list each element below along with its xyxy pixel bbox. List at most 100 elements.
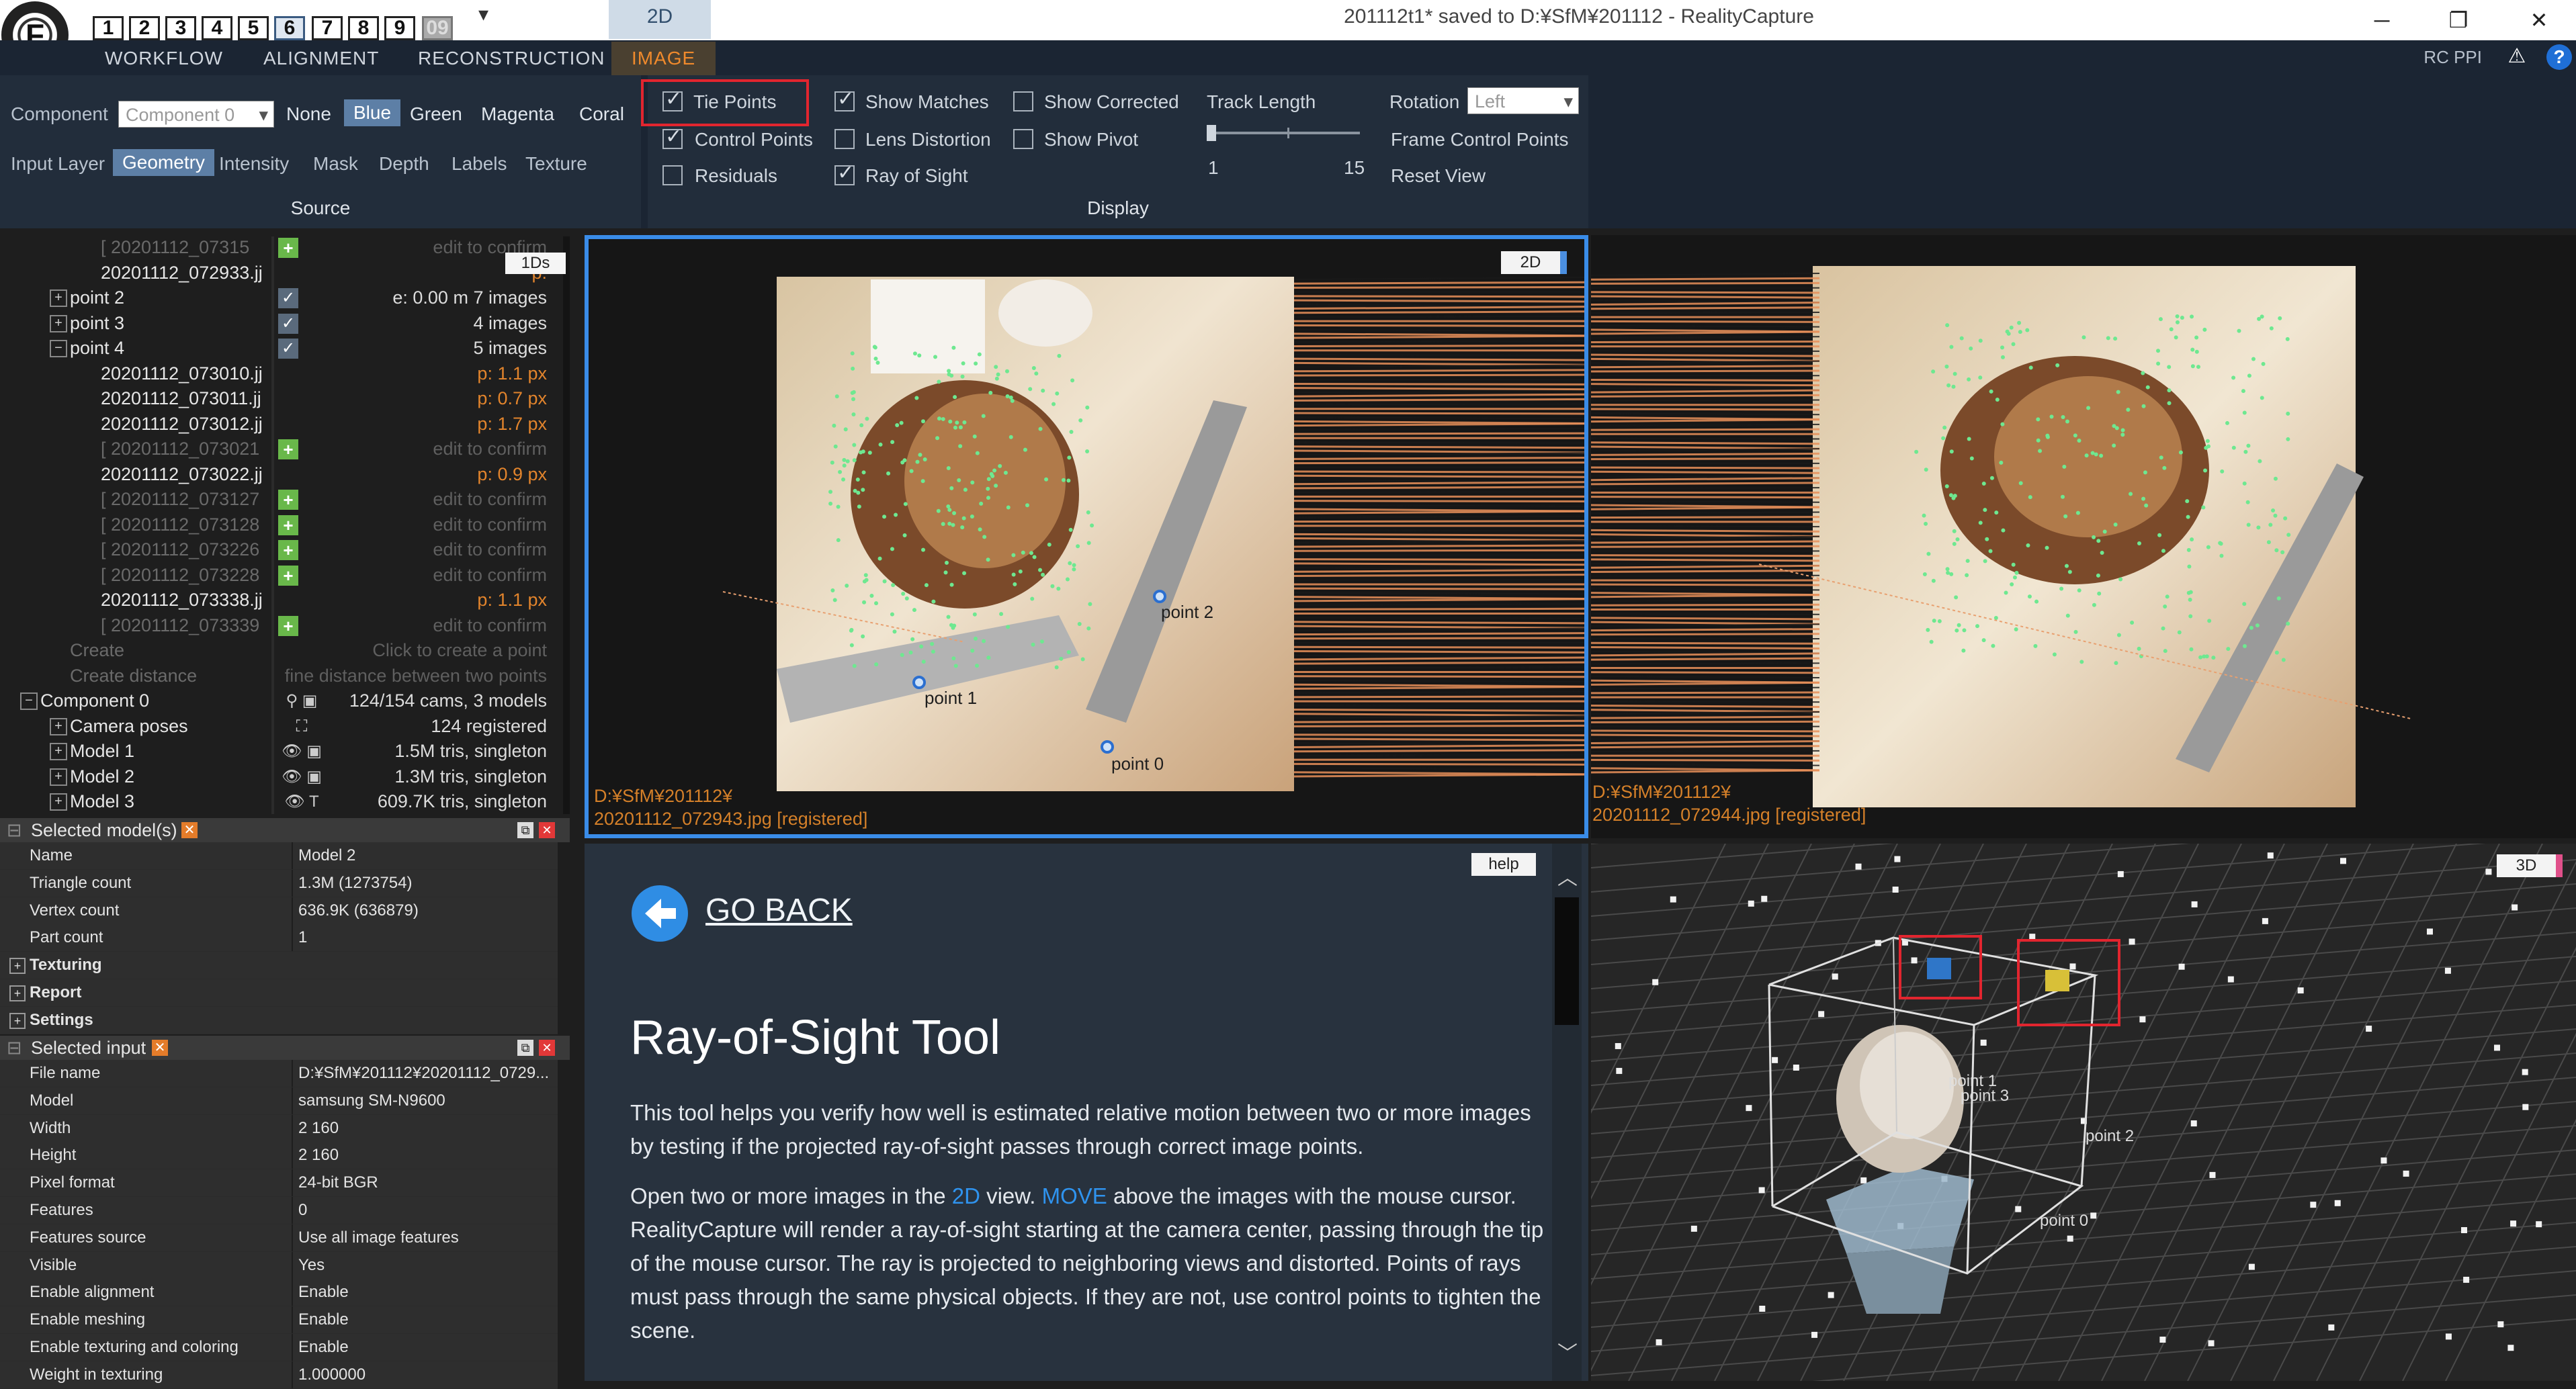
- confirm-plus-icon[interactable]: +: [278, 490, 298, 510]
- control-point-2-marker[interactable]: [1153, 590, 1166, 603]
- ray-of-sight-checkbox[interactable]: [834, 161, 855, 185]
- show-pivot-checkbox[interactable]: [1013, 129, 1033, 149]
- tree-status-icon[interactable]: 👁 ▣: [278, 742, 325, 762]
- tree-row[interactable]: [ 20201112_073339 + edit to confirm: [0, 613, 570, 638]
- layout-button-9[interactable]: 9: [384, 16, 415, 40]
- layout-button-5[interactable]: 5: [238, 16, 269, 40]
- property-row[interactable]: Model samsung SM-N9600: [0, 1087, 558, 1115]
- tree-status-icon[interactable]: ⛶: [278, 717, 325, 737]
- property-row[interactable]: Part count 1: [0, 924, 558, 952]
- collapse-icon[interactable]: ⊟: [7, 818, 22, 842]
- tree-row[interactable]: +Model 3 👁 T ▣ 609.7K tris, singleton: [0, 789, 570, 814]
- layout-button-10[interactable]: 09: [422, 16, 453, 40]
- tree-scrollbar[interactable]: [563, 236, 570, 814]
- color-magenta-button[interactable]: Magenta: [481, 103, 554, 125]
- undock-icon[interactable]: ⧉: [517, 822, 533, 838]
- color-none-button[interactable]: None: [286, 103, 331, 125]
- layer-labels-button[interactable]: Labels: [452, 153, 507, 175]
- layout-button-7[interactable]: 7: [312, 16, 343, 40]
- property-value[interactable]: 1.000000: [298, 1361, 554, 1388]
- close-button[interactable]: ✕: [2509, 3, 2569, 38]
- control-point-0-marker[interactable]: [1101, 740, 1114, 754]
- tree-row[interactable]: + point 3 ✓ 4 images: [0, 311, 570, 336]
- property-value[interactable]: 1.3M (1273754): [298, 870, 554, 897]
- expand-icon[interactable]: +: [50, 289, 67, 307]
- color-coral-button[interactable]: Coral: [579, 103, 624, 125]
- confirm-plus-icon[interactable]: +: [278, 514, 298, 535]
- expand-icon[interactable]: +: [50, 793, 67, 811]
- property-value[interactable]: Enable: [298, 1306, 554, 1333]
- tree-status-icon[interactable]: 👁 ▣: [278, 767, 325, 787]
- tree-row[interactable]: 20201112_073010.jj p: 1.1 px: [0, 361, 570, 386]
- layer-mask-button[interactable]: Mask: [313, 153, 358, 175]
- layer-texture-button[interactable]: Texture: [525, 153, 587, 175]
- image-view-right[interactable]: 2D D:¥SfM¥201112¥ 20201112_072944.jpg [r…: [1591, 235, 2576, 838]
- tree-row[interactable]: [ 20201112_073021 + edit to confirm: [0, 437, 570, 461]
- frame-control-points-button[interactable]: Frame Control Points: [1391, 129, 1569, 150]
- back-arrow-icon[interactable]: [632, 885, 688, 942]
- tree-row[interactable]: + Camera poses ⛶ 124 registered: [0, 714, 570, 739]
- property-row[interactable]: Height 2 160: [0, 1142, 558, 1170]
- expand-icon[interactable]: +: [50, 768, 67, 786]
- tree-row[interactable]: − point 4 ✓ 5 images: [0, 336, 570, 361]
- control-point-1-marker[interactable]: [912, 676, 926, 689]
- tree-row[interactable]: 20201112_073338.jj p: 1.1 px: [0, 588, 570, 613]
- right-image-canvas[interactable]: [1591, 235, 2576, 838]
- checkbox-icon[interactable]: ✓: [278, 288, 298, 308]
- component-select[interactable]: Component 0 ▾: [118, 101, 274, 128]
- tree-row[interactable]: [ 20201112_073228 + edit to confirm: [0, 563, 570, 588]
- property-value[interactable]: D:¥SfM¥201112¥20201112_0729...: [298, 1060, 554, 1087]
- tree-row[interactable]: − Component 0 ⚲ ▣ 124/154 cams, 3 models: [0, 688, 570, 713]
- expand-icon[interactable]: +: [50, 743, 67, 760]
- pin-icon[interactable]: ✕: [152, 1040, 168, 1056]
- collapse-icon[interactable]: −: [20, 692, 38, 710]
- checkbox-icon[interactable]: ✓: [278, 339, 298, 359]
- property-row[interactable]: Triangle count 1.3M (1273754): [0, 869, 558, 897]
- tree-row[interactable]: [ 20201112_073127 + edit to confirm: [0, 487, 570, 512]
- expand-icon[interactable]: +: [9, 958, 26, 975]
- scroll-up-icon[interactable]: ︿: [1557, 861, 1578, 891]
- property-value[interactable]: Enable: [298, 1279, 554, 1306]
- show-corrected-checkbox[interactable]: [1013, 91, 1033, 111]
- tab-alignment[interactable]: ALIGNMENT: [263, 42, 379, 75]
- expand-icon[interactable]: +: [50, 717, 67, 735]
- residuals-checkbox[interactable]: [662, 165, 683, 185]
- property-value[interactable]: samsung SM-N9600: [298, 1087, 554, 1114]
- tree-row[interactable]: [ 20201112_073226 + edit to confirm: [0, 537, 570, 562]
- left-image-canvas[interactable]: [589, 239, 1588, 838]
- tree-row[interactable]: 20201112_073022.jj p: 0.9 px: [0, 462, 570, 487]
- property-row[interactable]: + Settings: [0, 1006, 558, 1034]
- property-value[interactable]: Model 2: [298, 842, 554, 869]
- collapse-icon[interactable]: −: [50, 340, 67, 357]
- layout-button-8[interactable]: 8: [348, 16, 379, 40]
- rotation-select[interactable]: Left ▾: [1467, 87, 1579, 114]
- confirm-plus-icon[interactable]: +: [278, 439, 298, 459]
- property-row[interactable]: + Texturing: [0, 952, 558, 980]
- pin-icon[interactable]: ✕: [181, 822, 198, 838]
- tree-row[interactable]: [ 20201112_073128 + edit to confirm: [0, 512, 570, 537]
- lens-distortion-checkbox[interactable]: [834, 129, 855, 149]
- layer-intensity-button[interactable]: Intensity: [219, 153, 289, 175]
- layer-depth-button[interactable]: Depth: [379, 153, 429, 175]
- scroll-down-icon[interactable]: ﹀: [1557, 1337, 1578, 1366]
- warning-icon[interactable]: ⚠: [2505, 44, 2529, 69]
- property-value[interactable]: 2 160: [298, 1142, 554, 1169]
- help-scrollbar-thumb[interactable]: [1555, 897, 1579, 1025]
- property-row[interactable]: Enable texturing and coloring Enable: [0, 1334, 558, 1361]
- property-value[interactable]: 1: [298, 924, 554, 951]
- view-mode-2d-badge[interactable]: 2D: [1501, 251, 1567, 274]
- go-back-link[interactable]: GO BACK: [705, 892, 853, 929]
- view-tab-2d[interactable]: 2D: [609, 0, 711, 39]
- tree-row[interactable]: Create distance fine distance between two…: [0, 664, 570, 688]
- view-mode-3d-badge[interactable]: 3D: [2497, 854, 2563, 877]
- property-row[interactable]: File name D:¥SfM¥201112¥20201112_0729...: [0, 1060, 558, 1087]
- property-value[interactable]: 24-bit BGR: [298, 1169, 554, 1196]
- control-points-checkbox[interactable]: [662, 125, 683, 149]
- property-value[interactable]: 2 160: [298, 1115, 554, 1142]
- property-row[interactable]: Vertex count 636.9K (636879): [0, 897, 558, 925]
- layout-button-4[interactable]: 4: [202, 16, 232, 40]
- property-row[interactable]: Features source Use all image features: [0, 1224, 558, 1252]
- tree-row[interactable]: 20201112_073012.jj p: 1.7 px: [0, 412, 570, 437]
- property-row[interactable]: Width 2 160: [0, 1114, 558, 1142]
- layout-button-3[interactable]: 3: [165, 16, 196, 40]
